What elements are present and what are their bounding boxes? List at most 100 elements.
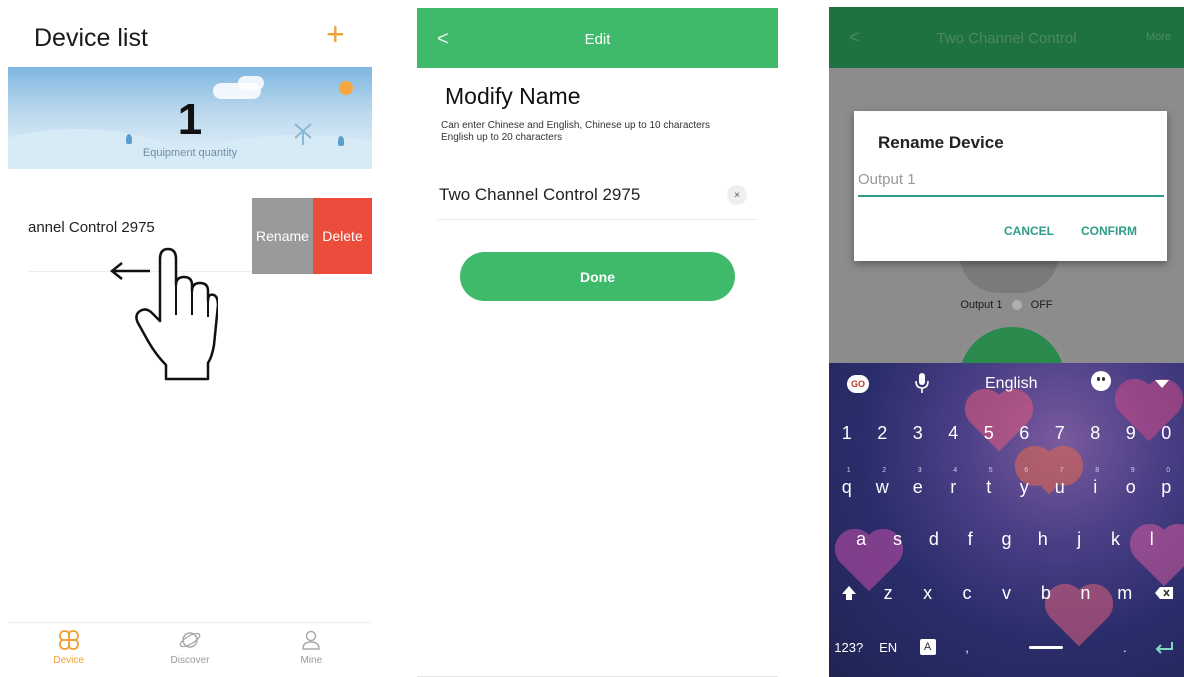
rename-button[interactable]: Rename [252,198,313,274]
key-hint: 5 [988,467,993,474]
key-hint: 8 [1095,467,1100,474]
rename-dialog: Rename Device Output 1 CANCEL CONFIRM [854,111,1167,261]
planet-icon [179,632,201,648]
letter-key[interactable]: l [1134,513,1170,565]
letter-key[interactable]: a [843,513,879,565]
number-key[interactable]: 4 [936,407,972,459]
letter-key[interactable]: x [908,567,947,619]
key-label: x [923,582,933,603]
emoji-icon[interactable] [1091,371,1111,391]
key-label: i [1093,476,1098,497]
cancel-button[interactable]: CANCEL [1004,224,1054,238]
letter-key[interactable]: 4r [936,461,972,513]
output-state: OFF [1030,299,1053,311]
letter-key[interactable]: n [1066,567,1105,619]
period-key[interactable]: . [1105,621,1144,673]
number-key[interactable]: 5 [971,407,1007,459]
symbols-key[interactable]: 123? [829,621,868,673]
more-button[interactable]: More [1146,31,1171,43]
language-selector[interactable]: English [985,375,1037,393]
number-key[interactable]: 9 [1113,407,1149,459]
key-label: n [1080,582,1091,603]
letter-key[interactable]: z [868,567,907,619]
go-keyboard-logo[interactable]: GO [847,375,869,393]
rename-input[interactable]: Output 1 [858,167,1164,197]
letter-key[interactable]: 7u [1042,461,1078,513]
letter-key[interactable]: b [1026,567,1065,619]
user-icon [302,630,321,650]
key-label: a [856,528,867,549]
letter-key[interactable]: 6y [1007,461,1043,513]
key-label: z [883,582,893,603]
shift-icon[interactable] [829,567,868,619]
key-label: v [1001,582,1011,603]
letter-key[interactable]: g [988,513,1024,565]
input-mode-key[interactable]: A [908,621,947,673]
letter-key[interactable]: k [1097,513,1133,565]
letter-key[interactable]: 1q [829,461,865,513]
letter-key[interactable]: 5t [971,461,1007,513]
key-label: 1 [841,422,852,443]
status-dot-icon [1011,300,1022,311]
device-name-field[interactable]: Two Channel Control 2975 × [437,180,757,220]
dialog-title: Rename Device [878,133,1004,152]
space-key[interactable] [987,621,1105,673]
key-label: r [950,476,957,497]
letter-key[interactable]: 9o [1113,461,1149,513]
confirm-button[interactable]: CONFIRM [1081,224,1137,238]
tab-device-label: Device [53,655,84,666]
key-hint: 2 [882,467,887,474]
microphone-icon[interactable] [915,372,929,394]
key-label: y [1019,476,1029,497]
number-key[interactable]: 8 [1078,407,1114,459]
number-key[interactable]: 3 [900,407,936,459]
edit-header: < Edit [417,8,778,68]
letter-key[interactable]: f [952,513,988,565]
key-hint: 9 [1130,467,1135,474]
soft-keyboard: GO English 1234567890 1q2w3e4r5t6y7u8i9o… [829,363,1184,677]
letter-key[interactable]: 2w [865,461,901,513]
number-row: 1 2 3 4 5 6 7 8 9 0 [829,407,1184,459]
enter-icon[interactable] [1145,621,1184,673]
letter-key[interactable]: j [1061,513,1097,565]
key-label: g [1001,528,1012,549]
letter-key[interactable]: 0p [1149,461,1184,513]
done-button[interactable]: Done [460,252,735,301]
number-key[interactable]: 2 [865,407,901,459]
tab-device[interactable]: Device [8,623,129,677]
key-label: 3 [912,422,923,443]
tab-discover[interactable]: Discover [129,623,250,677]
edit-screen: < Edit Modify Name Can enter Chinese and… [417,0,778,677]
backspace-icon[interactable] [1145,567,1184,619]
number-key[interactable]: 6 [1007,407,1043,459]
tab-mine[interactable]: Mine [251,623,372,677]
chevron-down-icon[interactable] [1155,380,1169,388]
key-label: t [986,476,992,497]
number-key[interactable]: 0 [1149,407,1184,459]
letter-key[interactable]: h [1025,513,1061,565]
bottom-tab-bar: Device Discover Mine [8,622,372,677]
letter-key[interactable]: v [987,567,1026,619]
key-label: h [1037,528,1048,549]
letter-key[interactable]: s [879,513,915,565]
name-length-hint: Can enter Chinese and English, Chinese u… [441,120,711,143]
number-key[interactable]: 7 [1042,407,1078,459]
key-label: 5 [983,422,994,443]
comma-key[interactable]: , [947,621,986,673]
clear-icon[interactable]: × [727,185,747,205]
number-key[interactable]: 1 [829,407,865,459]
language-switch-key[interactable]: EN [868,621,907,673]
delete-button[interactable]: Delete [313,198,372,274]
zxcv-row: z xcvbnm [829,567,1184,619]
tab-discover-label: Discover [170,655,210,666]
device-name: annel Control 2975 [28,219,155,236]
device-list-screen: Device list + 1 Equipment quantity annel… [8,0,372,677]
letter-key[interactable]: d [916,513,952,565]
letter-key[interactable]: m [1105,567,1144,619]
add-device-icon[interactable]: + [326,18,345,50]
key-hint: 3 [917,467,922,474]
letter-key[interactable]: 3e [900,461,936,513]
letter-key[interactable]: c [947,567,986,619]
letter-key[interactable]: 8i [1078,461,1114,513]
rename-device-screen: < Two Channel Control More Output 1 OFF … [829,7,1184,677]
